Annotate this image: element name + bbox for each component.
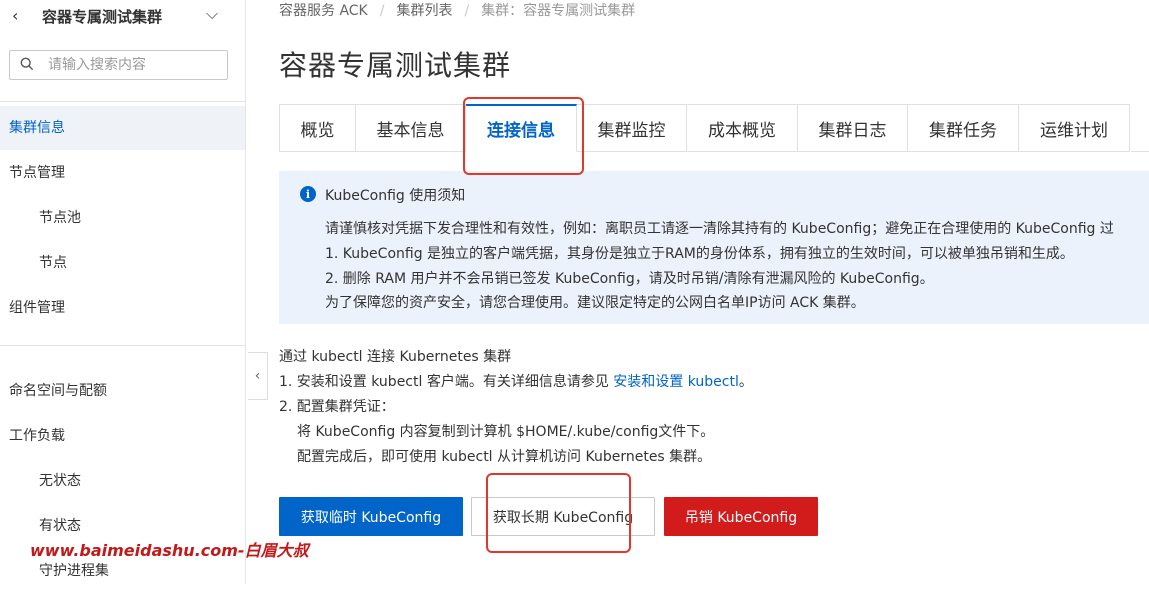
- tab-cluster-tasks[interactable]: 集群任务: [908, 104, 1019, 152]
- breadcrumb: 容器服务 ACK / 集群列表 / 集群：容器专属测试集群: [279, 0, 635, 20]
- breadcrumb-separator: /: [379, 3, 385, 19]
- sidebar-item-deployments[interactable]: 无状态: [0, 459, 245, 503]
- tab-cluster-monitoring[interactable]: 集群监控: [577, 104, 687, 152]
- sidebar-item-node-pool[interactable]: 节点池: [0, 196, 245, 240]
- guide-step-2-copy: 将 KubeConfig 内容复制到计算机 $HOME/.kube/config…: [297, 424, 715, 440]
- sidebar-title: 容器专属测试集群: [42, 8, 163, 26]
- notice-line: 请谨慎核对凭据下发合理性和有效性，例如：离职员工请逐一清除其持有的 KubeCo…: [325, 221, 1114, 237]
- guide-heading: 通过 kubectl 连接 Kubernetes 集群: [279, 349, 512, 365]
- notice-line: 为了保障您的资产安全，请您合理使用。建议限定特定的公网白名单IP访问 ACK 集…: [325, 295, 865, 311]
- breadcrumb-item-ack[interactable]: 容器服务 ACK: [279, 0, 368, 20]
- back-icon[interactable]: ‹: [12, 6, 18, 25]
- sidebar-item-node-management[interactable]: 节点管理: [0, 151, 245, 195]
- tab-basic-info[interactable]: 基本信息: [356, 104, 466, 152]
- sidebar-item-components[interactable]: 组件管理: [0, 286, 245, 330]
- guide-step-1-suffix: 。: [738, 374, 753, 390]
- tab-connection-info[interactable]: 连接信息: [466, 104, 577, 152]
- chevron-down-icon[interactable]: ⌵: [206, 4, 218, 24]
- get-temporary-kubeconfig-button[interactable]: 获取临时 KubeConfig: [279, 497, 463, 536]
- sidebar-item-workloads[interactable]: 工作负载: [0, 414, 245, 458]
- guide-step-2-use: 配置完成后，即可使用 kubectl 从计算机访问 Kubernetes 集群。: [297, 449, 712, 465]
- watermark: www.baimeidashu.com-白眉大叔: [30, 541, 309, 560]
- tab-cost-overview[interactable]: 成本概览: [687, 104, 798, 152]
- guide-step-1: 1. 安装和设置 kubectl 客户端。有关详细信息请参见 安装和设置 kub…: [279, 371, 753, 391]
- search-icon: [20, 57, 34, 71]
- tab-bar-baseline: [1131, 151, 1149, 152]
- tab-overview[interactable]: 概览: [280, 104, 356, 152]
- notice-title: KubeConfig 使用须知: [325, 188, 466, 204]
- sidebar-item-namespaces[interactable]: 命名空间与配额: [0, 369, 245, 413]
- revoke-kubeconfig-button[interactable]: 吊销 KubeConfig: [664, 497, 818, 536]
- search-input[interactable]: [46, 54, 221, 76]
- get-long-term-kubeconfig-button[interactable]: 获取长期 KubeConfig: [471, 497, 655, 536]
- breadcrumb-item-cluster-list[interactable]: 集群列表: [396, 0, 452, 20]
- notice-line: 2. 删除 RAM 用户并不会吊销已签发 KubeConfig，请及时吊销/清除…: [325, 271, 934, 287]
- notice-line: 1. KubeConfig 是独立的客户端凭据，其身份是独立于RAM的身份体系，…: [325, 246, 1074, 262]
- breadcrumb-separator: /: [464, 3, 470, 19]
- guide-step-2: 2. 配置集群凭证：: [279, 399, 395, 415]
- divider: [0, 101, 246, 102]
- info-icon: i: [300, 186, 316, 202]
- chevron-left-icon: ‹: [254, 368, 261, 384]
- sidebar-item-nodes[interactable]: 节点: [0, 241, 245, 285]
- divider: [0, 345, 246, 346]
- breadcrumb-item-current: 集群：容器专属测试集群: [481, 3, 636, 19]
- sidebar-collapse-button[interactable]: ‹: [248, 352, 268, 400]
- sidebar-item-cluster-info[interactable]: 集群信息: [0, 106, 245, 150]
- sidebar: ‹ 容器专属测试集群 ⌵ 集群信息 节点管理 节点池 节点 组件管理 命名空间与…: [0, 0, 246, 584]
- tab-maintenance-plan[interactable]: 运维计划: [1019, 104, 1130, 152]
- sidebar-header: ‹ 容器专属测试集群 ⌵: [0, 0, 246, 32]
- kubeconfig-notice: i KubeConfig 使用须知 请谨慎核对凭据下发合理性和有效性，例如：离职…: [279, 171, 1149, 324]
- tab-cluster-logs[interactable]: 集群日志: [798, 104, 908, 152]
- tab-bar: 概览 基本信息 连接信息 集群监控 成本概览 集群日志 集群任务 运维计划: [279, 104, 1130, 152]
- guide-step-1-text: 1. 安装和设置 kubectl 客户端。有关详细信息请参见: [279, 374, 609, 390]
- page-title: 容器专属测试集群: [279, 49, 512, 82]
- install-kubectl-link[interactable]: 安装和设置 kubectl: [613, 374, 739, 390]
- sidebar-search: [9, 50, 228, 80]
